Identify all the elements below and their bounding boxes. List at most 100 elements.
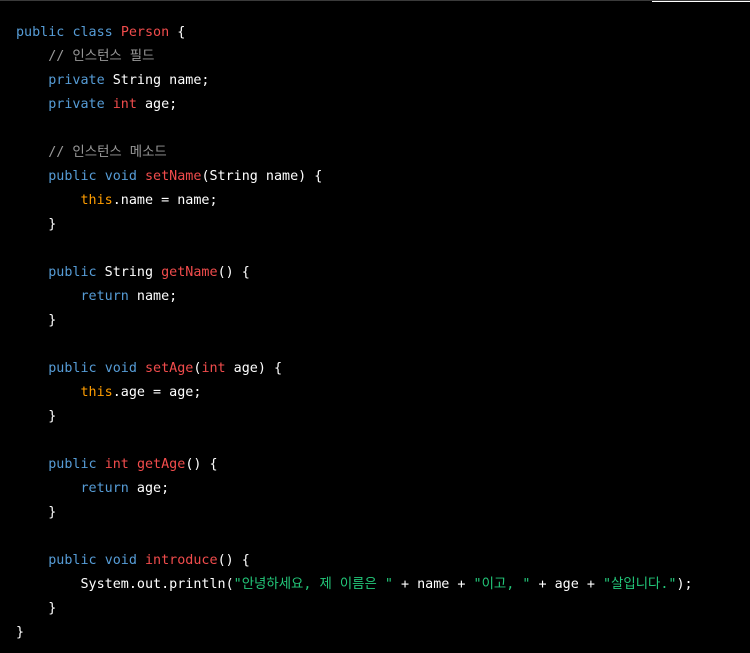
this-keyword-token: this <box>80 193 113 208</box>
function-name-token: getName <box>161 265 218 280</box>
function-name-token: Person <box>120 25 170 40</box>
keyword-token: private <box>48 73 105 88</box>
code-line: public int getAge() { <box>16 453 746 477</box>
code-viewer: public class Person { // 인스턴스 필드 private… <box>0 0 750 653</box>
code-block: public class Person { // 인스턴스 필드 private… <box>16 21 746 645</box>
code-line: // 인스턴스 메소드 <box>16 141 746 165</box>
keyword-token: public <box>48 457 97 472</box>
comment-token: // 인스턴스 메소드 <box>48 145 167 160</box>
code-line: } <box>16 621 746 645</box>
code-line: this.age = age; <box>16 381 746 405</box>
code-text-token: () { <box>217 553 250 568</box>
code-text-token: ); <box>676 577 693 592</box>
primitive-type-token: int <box>112 97 137 112</box>
comment-token: // 인스턴스 필드 <box>48 49 155 64</box>
return-keyword-token: return <box>80 481 129 496</box>
code-text-token: String name; <box>104 73 210 88</box>
code-text-token: System.out.println( <box>16 577 234 592</box>
function-name-token: introduce <box>145 553 218 568</box>
code-text-token: + name + <box>392 577 474 592</box>
code-line: public String getName() { <box>16 261 746 285</box>
code-line: public void setAge(int age) { <box>16 357 746 381</box>
keyword-token: void <box>104 553 137 568</box>
keyword-token: public <box>48 169 97 184</box>
code-line: private int age; <box>16 93 746 117</box>
return-keyword-token: return <box>80 289 129 304</box>
string-literal-token: "살입니다." <box>603 577 677 592</box>
keyword-token: private <box>48 97 105 112</box>
code-text-token: .age = age; <box>112 385 202 400</box>
code-line: return name; <box>16 285 746 309</box>
primitive-type-token: int <box>104 457 129 472</box>
code-line: this.name = name; <box>16 189 746 213</box>
code-text-token: .name = name; <box>112 193 218 208</box>
code-line: public class Person { <box>16 21 746 45</box>
string-literal-token: "이고, " <box>473 577 531 592</box>
code-line: System.out.println("안녕하세요, 제 이름은 " + nam… <box>16 573 746 597</box>
code-text-token: } <box>16 409 57 424</box>
code-line: } <box>16 597 746 621</box>
function-name-token: getAge <box>136 457 186 472</box>
code-text-token: String <box>96 265 162 280</box>
code-line: // 인스턴스 필드 <box>16 45 746 69</box>
top-edge-highlight <box>652 1 750 2</box>
keyword-token: public <box>48 265 97 280</box>
primitive-type-token: int <box>201 361 226 376</box>
code-text-token: { <box>169 25 186 40</box>
keyword-token: void <box>104 361 137 376</box>
code-line: return age; <box>16 477 746 501</box>
code-text-token: } <box>16 313 57 328</box>
code-text-token: } <box>16 505 57 520</box>
code-text-token: } <box>16 625 25 640</box>
code-line: } <box>16 309 746 333</box>
code-text-token: age) { <box>225 361 283 376</box>
code-text-token: () { <box>185 457 218 472</box>
keyword-token: public <box>48 361 97 376</box>
keyword-token: void <box>104 169 137 184</box>
code-text-token: + age + <box>530 577 603 592</box>
code-line: } <box>16 213 746 237</box>
code-line: } <box>16 405 746 429</box>
code-text-token: age; <box>136 97 178 112</box>
code-line: public void setName(String name) { <box>16 165 746 189</box>
code-line: public void introduce() { <box>16 549 746 573</box>
code-line: } <box>16 501 746 525</box>
code-text-token: } <box>16 217 57 232</box>
code-line: private String name; <box>16 69 746 93</box>
keyword-token: class <box>72 25 113 40</box>
keyword-token: public <box>48 553 97 568</box>
code-text-token: () { <box>217 265 250 280</box>
code-text-token: } <box>16 601 57 616</box>
string-literal-token: "안녕하세요, 제 이름은 " <box>233 577 393 592</box>
keyword-token: public <box>16 25 65 40</box>
code-text-token: (String name) { <box>201 169 323 184</box>
code-text-token: age; <box>128 481 170 496</box>
